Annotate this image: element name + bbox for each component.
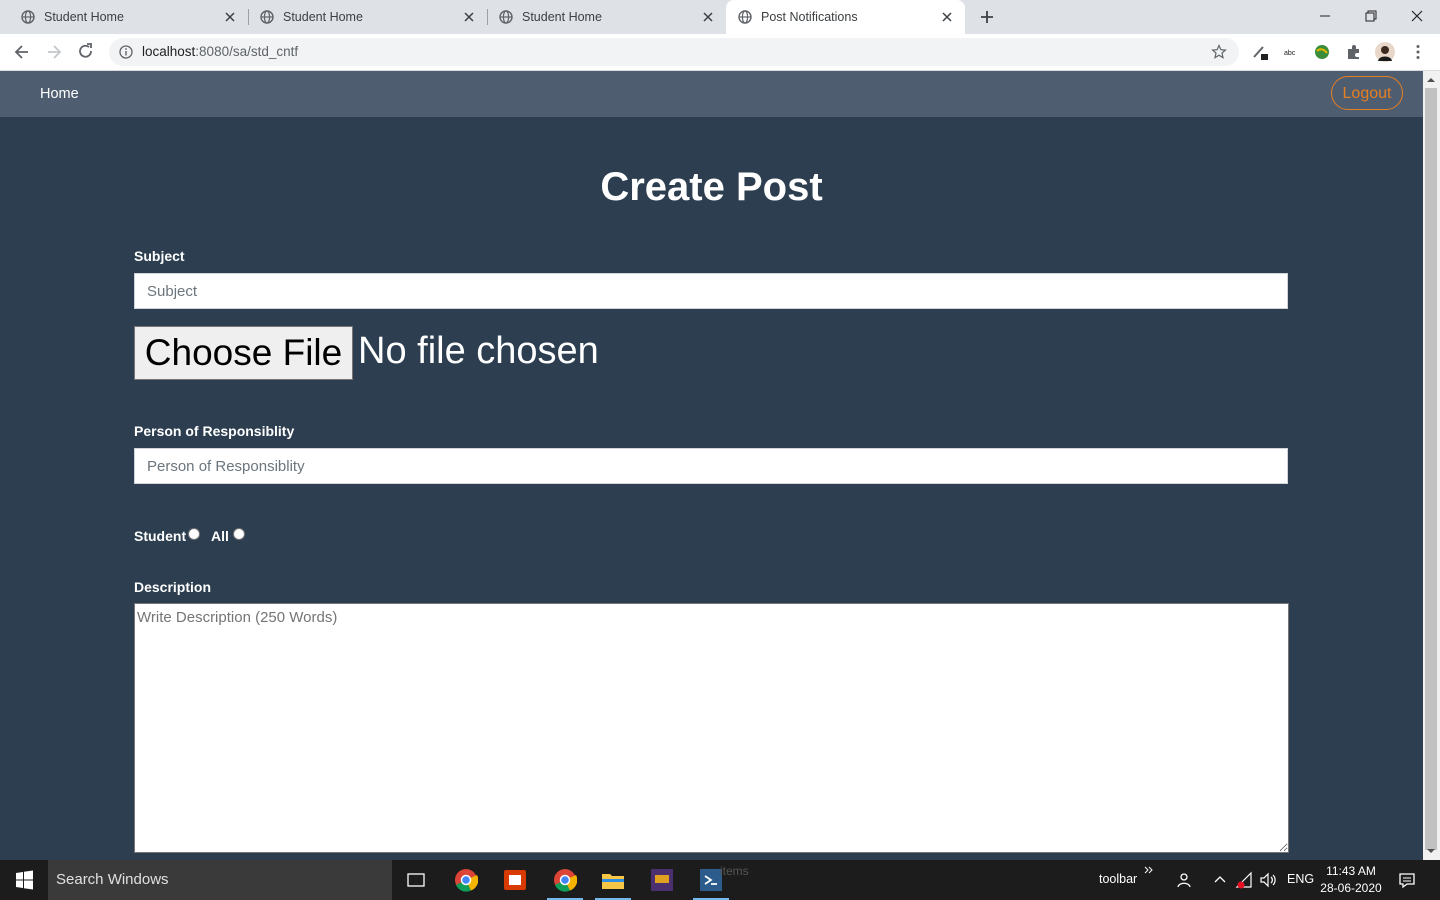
tab-title: Post Notifications	[761, 10, 858, 24]
url-path: :8080/sa/std_cntf	[195, 44, 299, 59]
taskbar-game[interactable]	[638, 860, 686, 900]
svg-text:abc: abc	[1284, 50, 1296, 57]
taskbar-search-text: Search Windows	[56, 871, 169, 888]
file-status-text: No file chosen	[358, 330, 599, 372]
browser-tab-active[interactable]: Post Notifications	[726, 0, 965, 34]
tray-toolbar-label[interactable]: toolbar	[1099, 872, 1137, 886]
url-text: localhost:8080/sa/std_cntf	[142, 44, 298, 59]
clock-time: 11:43 AM	[1326, 864, 1376, 878]
radio-all[interactable]	[233, 528, 245, 540]
close-icon[interactable]	[701, 10, 715, 24]
page-title: Create Post	[600, 165, 823, 209]
tab-title: Student Home	[283, 10, 363, 24]
scroll-up-icon[interactable]	[1427, 76, 1435, 84]
puzzle-extensions-icon[interactable]	[1345, 43, 1363, 61]
browser-tab[interactable]: Student Home	[239, 0, 487, 34]
taskbar-chrome-active[interactable]	[541, 860, 589, 900]
game-icon	[651, 869, 673, 891]
scrollbar-thumb[interactable]	[1425, 88, 1437, 850]
browser-tab[interactable]: Student Home	[478, 0, 726, 34]
close-window-icon[interactable]	[1407, 6, 1427, 26]
chrome-icon	[554, 869, 577, 892]
tab-title: Student Home	[522, 10, 602, 24]
kebab-menu-icon[interactable]	[1409, 43, 1427, 61]
description-textarea[interactable]	[134, 603, 1289, 853]
page-navbar: Home Logout	[0, 71, 1423, 117]
bookmark-star-icon[interactable]	[1211, 44, 1227, 60]
folder-icon	[602, 874, 624, 889]
network-disconnected-icon[interactable]	[1235, 871, 1253, 889]
home-link[interactable]: Home	[40, 86, 79, 102]
logout-button[interactable]: Logout	[1331, 76, 1403, 110]
volume-icon[interactable]	[1259, 871, 1277, 889]
taskbar-office[interactable]	[491, 860, 539, 900]
forward-arrow-icon[interactable]	[44, 42, 64, 62]
globe-icon	[260, 10, 274, 24]
task-view-button[interactable]	[392, 860, 440, 900]
url-host: localhost	[142, 44, 196, 59]
taskbar-chrome[interactable]	[442, 860, 490, 900]
responsibility-input[interactable]	[134, 448, 1288, 484]
radio-student[interactable]	[188, 528, 200, 540]
browser-tab[interactable]: Student Home	[0, 0, 248, 34]
browser-toolbar: localhost:8080/sa/std_cntf abc	[0, 34, 1440, 71]
tab-title: Student Home	[44, 10, 124, 24]
responsibility-label: Person of Responsiblity	[134, 423, 295, 439]
scroll-down-icon[interactable]	[1427, 847, 1435, 855]
close-icon[interactable]	[940, 10, 954, 24]
chevron-up-icon[interactable]	[1211, 871, 1229, 889]
clock[interactable]: 11:43 AM 28-06-2020	[1320, 863, 1382, 897]
radio-all-label: All	[211, 528, 229, 544]
office-icon	[504, 870, 526, 890]
windows-taskbar: Search Windows items toolbar ENG 11:43 A…	[0, 860, 1440, 900]
taskbar-file-explorer[interactable]	[589, 860, 637, 900]
globe-extension-icon[interactable]	[1313, 43, 1331, 61]
avatar[interactable]	[1375, 42, 1395, 62]
windows-start-icon[interactable]	[0, 860, 48, 900]
globe-icon	[21, 10, 35, 24]
globe-icon	[738, 10, 752, 24]
restore-icon[interactable]	[1361, 6, 1381, 26]
reload-icon[interactable]	[76, 42, 96, 62]
page-scrollbar[interactable]	[1423, 71, 1440, 860]
clock-date: 28-06-2020	[1320, 881, 1382, 895]
chrome-icon	[455, 869, 478, 892]
subject-input[interactable]	[134, 273, 1288, 309]
radio-student-label: Student	[134, 528, 187, 544]
close-icon[interactable]	[462, 10, 476, 24]
description-label: Description	[134, 579, 212, 595]
new-tab-icon[interactable]	[978, 8, 996, 26]
taskbar-search[interactable]: Search Windows	[48, 860, 392, 900]
background-items-text: items	[720, 864, 749, 878]
back-arrow-icon[interactable]	[12, 42, 32, 62]
notifications-icon[interactable]	[1398, 871, 1416, 889]
pen-extension-icon[interactable]	[1251, 43, 1269, 61]
task-view-icon	[407, 873, 425, 887]
globe-icon	[499, 10, 513, 24]
people-icon[interactable]	[1176, 871, 1194, 889]
browser-tab-strip: Student Home Student Home Student Home P…	[0, 0, 1440, 34]
subject-label: Subject	[134, 248, 185, 264]
minimize-icon[interactable]	[1315, 6, 1335, 26]
close-icon[interactable]	[223, 10, 237, 24]
chevron-double-right-icon[interactable]	[1143, 864, 1155, 876]
address-bar[interactable]: localhost:8080/sa/std_cntf	[109, 38, 1239, 66]
extension-icon[interactable]: abc	[1283, 43, 1301, 61]
language-indicator[interactable]: ENG	[1287, 872, 1314, 886]
choose-file-button[interactable]: Choose File	[134, 326, 353, 380]
info-icon[interactable]	[119, 45, 133, 59]
